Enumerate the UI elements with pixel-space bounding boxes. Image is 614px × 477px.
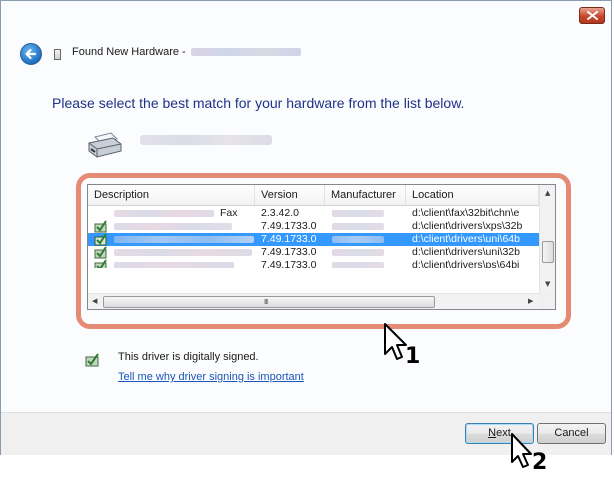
back-button[interactable] bbox=[20, 43, 42, 65]
row-location: d:\client\drivers\ps\64bi bbox=[412, 259, 520, 268]
driver-list-header: Description Version Manufacturer Locatio… bbox=[88, 185, 539, 206]
driver-row[interactable]: Fax 2.3.42.0 d:\client\fax\32bit\chn\e bbox=[88, 207, 539, 220]
scrollbar-corner bbox=[539, 293, 555, 309]
redacted-description bbox=[114, 210, 214, 217]
row-version: 2.3.42.0 bbox=[261, 207, 299, 219]
hardware-icon bbox=[54, 49, 61, 60]
close-button[interactable] bbox=[579, 7, 605, 24]
redacted-manufacturer bbox=[332, 262, 384, 268]
scroll-grip: III bbox=[264, 298, 268, 306]
row-location: d:\client\drivers\uni\64b bbox=[412, 233, 520, 245]
row-location: d:\client\drivers\uni\32b bbox=[412, 246, 520, 258]
scroll-left-arrow-icon[interactable]: ◀ bbox=[92, 298, 97, 305]
next-accesskey: N bbox=[488, 427, 497, 439]
callout-number: 1 bbox=[405, 344, 421, 369]
horizontal-scroll-thumb[interactable]: III bbox=[103, 296, 435, 308]
signed-driver-icon bbox=[94, 233, 107, 246]
instruction-text: Please select the best match for your ha… bbox=[52, 95, 465, 111]
driver-row[interactable]: 7.49.1733.0 d:\client\drivers\ps\64bi bbox=[88, 259, 539, 268]
redacted-manufacturer bbox=[332, 236, 384, 243]
signed-status-text: This driver is digitally signed. bbox=[118, 351, 259, 363]
mouse-pointer-icon bbox=[511, 433, 532, 468]
redacted-manufacturer bbox=[332, 223, 384, 230]
redacted-description bbox=[114, 236, 254, 243]
redacted-manufacturer bbox=[332, 249, 384, 256]
title-bar bbox=[1, 1, 613, 35]
driver-signing-link[interactable]: Tell me why driver signing is important bbox=[118, 371, 304, 383]
vertical-scrollbar[interactable]: ▲ ▼ bbox=[539, 185, 555, 293]
driver-row-selected[interactable]: 7.49.1733.0 d:\client\drivers\uni\64b bbox=[88, 233, 539, 246]
redacted-description bbox=[114, 262, 234, 268]
column-version[interactable]: Version bbox=[255, 185, 325, 205]
header-bar: Found New Hardware - bbox=[1, 35, 613, 69]
signed-driver-icon bbox=[94, 220, 107, 233]
redacted-description bbox=[114, 223, 232, 230]
row-description-suffix: Fax bbox=[220, 207, 238, 219]
close-icon bbox=[587, 11, 598, 20]
callout-number: 2 bbox=[532, 450, 548, 475]
signed-driver-icon bbox=[94, 259, 107, 268]
signed-driver-icon bbox=[94, 246, 107, 259]
row-version: 7.49.1733.0 bbox=[261, 246, 317, 258]
redacted-device-name bbox=[190, 48, 301, 57]
back-arrow-icon bbox=[25, 48, 37, 60]
printer-icon bbox=[88, 132, 122, 158]
found-new-hardware-window: Found New Hardware - Please select the b… bbox=[0, 0, 612, 455]
row-version: 7.49.1733.0 bbox=[261, 233, 317, 245]
window-title-text: Found New Hardware - bbox=[72, 46, 186, 58]
scroll-up-arrow-icon[interactable]: ▲ bbox=[545, 190, 550, 197]
redacted-manufacturer bbox=[332, 210, 384, 217]
cancel-button[interactable]: Cancel bbox=[537, 423, 606, 444]
driver-row[interactable]: 7.49.1733.0 d:\client\drivers\xps\32b bbox=[88, 220, 539, 233]
row-version: 7.49.1733.0 bbox=[261, 220, 317, 232]
driver-row[interactable]: 7.49.1733.0 d:\client\drivers\uni\32b bbox=[88, 246, 539, 259]
column-location[interactable]: Location bbox=[406, 185, 539, 205]
driver-list[interactable]: Description Version Manufacturer Locatio… bbox=[87, 184, 556, 310]
redacted-printer-name bbox=[140, 135, 272, 145]
redacted-description bbox=[114, 249, 252, 256]
column-description[interactable]: Description bbox=[88, 185, 255, 205]
scroll-right-arrow-icon[interactable]: ▶ bbox=[528, 298, 533, 305]
signed-driver-icon bbox=[85, 353, 99, 367]
row-location: d:\client\drivers\xps\32b bbox=[412, 220, 523, 232]
row-location: d:\client\fax\32bit\chn\e bbox=[412, 207, 520, 219]
vertical-scroll-thumb[interactable] bbox=[542, 241, 554, 263]
horizontal-scrollbar[interactable]: ◀ III ▶ bbox=[88, 293, 539, 309]
row-version: 7.49.1733.0 bbox=[261, 259, 317, 268]
scroll-down-arrow-icon[interactable]: ▼ bbox=[545, 281, 550, 288]
window-title: Found New Hardware - bbox=[72, 46, 301, 58]
column-manufacturer[interactable]: Manufacturer bbox=[325, 185, 406, 205]
